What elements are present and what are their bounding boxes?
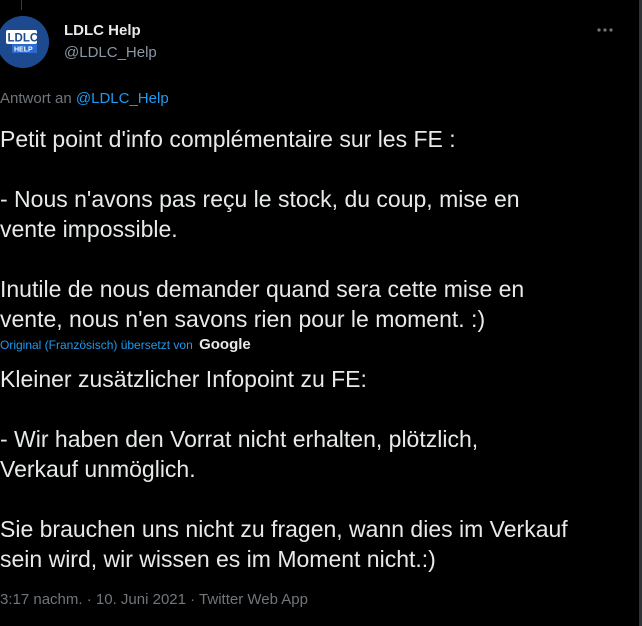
translation-credit-link[interactable]: Original (Französisch) übersetzt von (0, 338, 193, 352)
meta-separator: · (82, 591, 96, 608)
tweet-metadata: 3:17 nachm. · 10. Juni 2021 · Twitter We… (0, 591, 308, 608)
svg-text:LDLC: LDLC (8, 33, 39, 45)
tweet-original-text: Petit point d'info complémentaire sur le… (0, 126, 525, 332)
more-horizontal-icon (597, 28, 613, 32)
avatar[interactable]: LDLC HELP (0, 16, 49, 68)
tweet-translated-text: Kleiner zusätzlicher Infopoint zu FE: - … (0, 366, 568, 572)
tweet-date[interactable]: 10. Juni 2021 (96, 591, 186, 608)
translation-credit: Original (Französisch) übersetzt von Goo… (0, 336, 251, 353)
divider-tick (21, 0, 22, 10)
author-display-name[interactable]: LDLC Help (64, 22, 141, 39)
ldlc-logo-icon: LDLC HELP (0, 16, 49, 68)
author-handle[interactable]: @LDLC_Help (64, 44, 157, 61)
more-options-button[interactable] (592, 20, 618, 40)
tweet-time[interactable]: 3:17 nachm. (0, 591, 83, 608)
meta-separator: · (185, 591, 200, 608)
tweet-source[interactable]: Twitter Web App (199, 591, 308, 608)
reply-prefix: Antwort an (0, 90, 72, 107)
reply-context: Antwort an @LDLC_Help (0, 90, 169, 107)
google-logo: Google (199, 336, 251, 353)
reply-to-link[interactable]: @LDLC_Help (76, 90, 169, 107)
svg-text:HELP: HELP (14, 47, 33, 54)
tweet-header: LDLC HELP LDLC Help @LDLC_Help (0, 16, 630, 68)
